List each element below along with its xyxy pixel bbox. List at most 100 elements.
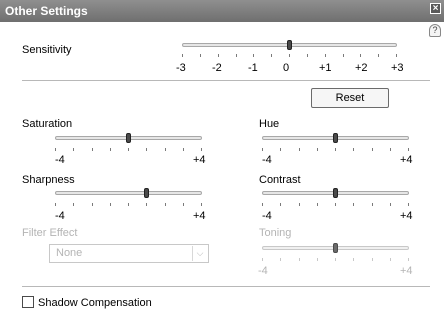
- hue-label: Hue: [259, 118, 280, 130]
- contrast-slider-thumb[interactable]: [333, 188, 338, 198]
- sensitivity-tick-label: -2: [212, 62, 222, 74]
- slider-tick: [408, 148, 409, 151]
- toning-max-label: +4: [400, 265, 413, 277]
- slider-tick: [343, 54, 344, 57]
- filter-effect-value: None: [56, 247, 83, 259]
- toning-slider-thumb[interactable]: [333, 243, 338, 253]
- slider-tick: [146, 203, 147, 206]
- hue-ticks: [262, 148, 409, 152]
- toning-label: Toning: [259, 227, 292, 239]
- slider-tick: [299, 148, 300, 151]
- slider-tick: [317, 148, 318, 151]
- slider-tick: [262, 148, 263, 151]
- slider-tick: [353, 203, 354, 206]
- slider-tick: [408, 203, 409, 206]
- window-title: Other Settings: [5, 4, 88, 18]
- slider-tick: [390, 203, 391, 206]
- separator: [22, 286, 430, 288]
- sharpness-min-label: -4: [55, 210, 65, 222]
- slider-tick: [307, 54, 308, 57]
- sensitivity-tick-label: +3: [391, 62, 404, 74]
- sharpness-slider-track[interactable]: [55, 191, 202, 195]
- slider-tick: [183, 148, 184, 151]
- sensitivity-tick-label: +1: [319, 62, 332, 74]
- separator: [22, 80, 430, 82]
- slider-tick: [55, 148, 56, 151]
- slider-tick: [317, 203, 318, 206]
- sensitivity-ticks: [182, 54, 397, 58]
- slider-tick: [408, 258, 409, 261]
- contrast-ticks: [262, 203, 409, 207]
- slider-tick: [289, 54, 290, 57]
- slider-tick: [146, 148, 147, 151]
- slider-tick: [335, 203, 336, 206]
- slider-tick: [218, 54, 219, 57]
- close-icon[interactable]: ×: [430, 3, 441, 14]
- hue-max-label: +4: [400, 154, 413, 166]
- sensitivity-tick-label: -3: [176, 62, 186, 74]
- slider-tick: [372, 148, 373, 151]
- slider-tick: [128, 203, 129, 206]
- shadow-compensation-checkbox[interactable]: [22, 296, 34, 308]
- slider-tick: [317, 258, 318, 261]
- slider-tick: [73, 148, 74, 151]
- slider-tick: [92, 203, 93, 206]
- slider-tick: [280, 203, 281, 206]
- saturation-max-label: +4: [193, 154, 206, 166]
- slider-tick: [335, 258, 336, 261]
- saturation-ticks: [55, 148, 202, 152]
- contrast-max-label: +4: [400, 210, 413, 222]
- slider-tick: [353, 258, 354, 261]
- saturation-min-label: -4: [55, 154, 65, 166]
- slider-tick: [335, 148, 336, 151]
- slider-tick: [396, 54, 397, 57]
- slider-tick: [73, 203, 74, 206]
- slider-tick: [262, 203, 263, 206]
- slider-tick: [353, 148, 354, 151]
- slider-tick: [182, 54, 183, 57]
- slider-tick: [360, 54, 361, 57]
- sharpness-label: Sharpness: [22, 174, 75, 186]
- slider-tick: [253, 54, 254, 57]
- toning-min-label: -4: [258, 265, 268, 277]
- slider-tick: [372, 203, 373, 206]
- slider-tick: [372, 258, 373, 261]
- slider-tick: [390, 258, 391, 261]
- slider-tick: [165, 203, 166, 206]
- contrast-label: Contrast: [259, 174, 301, 186]
- slider-tick: [165, 148, 166, 151]
- saturation-label: Saturation: [22, 118, 73, 130]
- filter-effect-label: Filter Effect: [22, 227, 78, 239]
- slider-tick: [325, 54, 326, 57]
- slider-tick: [299, 258, 300, 261]
- slider-tick: [201, 203, 202, 206]
- sensitivity-slider-thumb[interactable]: [287, 40, 292, 50]
- help-icon[interactable]: ?: [429, 24, 441, 37]
- saturation-slider-thumb[interactable]: [126, 133, 131, 143]
- reset-button[interactable]: Reset: [311, 88, 389, 108]
- contrast-min-label: -4: [262, 210, 272, 222]
- slider-tick: [262, 258, 263, 261]
- sensitivity-tick-label: +2: [355, 62, 368, 74]
- slider-tick: [128, 148, 129, 151]
- slider-tick: [201, 148, 202, 151]
- slider-tick: [110, 148, 111, 151]
- slider-tick: [390, 148, 391, 151]
- sharpness-ticks: [55, 203, 202, 207]
- sensitivity-label: Sensitivity: [22, 44, 72, 56]
- chevron-down-icon[interactable]: ⌵: [192, 246, 207, 261]
- shadow-compensation-label[interactable]: Shadow Compensation: [38, 297, 152, 309]
- sensitivity-tick-label: 0: [283, 62, 290, 74]
- other-settings-window: Other Settings × ? Sensitivity -3 -2 -1 …: [0, 0, 444, 318]
- slider-tick: [378, 54, 379, 57]
- hue-min-label: -4: [262, 154, 272, 166]
- slider-tick: [299, 203, 300, 206]
- toning-ticks: [262, 258, 409, 262]
- hue-slider-thumb[interactable]: [333, 133, 338, 143]
- filter-effect-select[interactable]: None ⌵: [49, 244, 209, 263]
- sharpness-slider-thumb[interactable]: [144, 188, 149, 198]
- slider-tick: [110, 203, 111, 206]
- slider-tick: [280, 148, 281, 151]
- slider-tick: [55, 203, 56, 206]
- slider-tick: [280, 258, 281, 261]
